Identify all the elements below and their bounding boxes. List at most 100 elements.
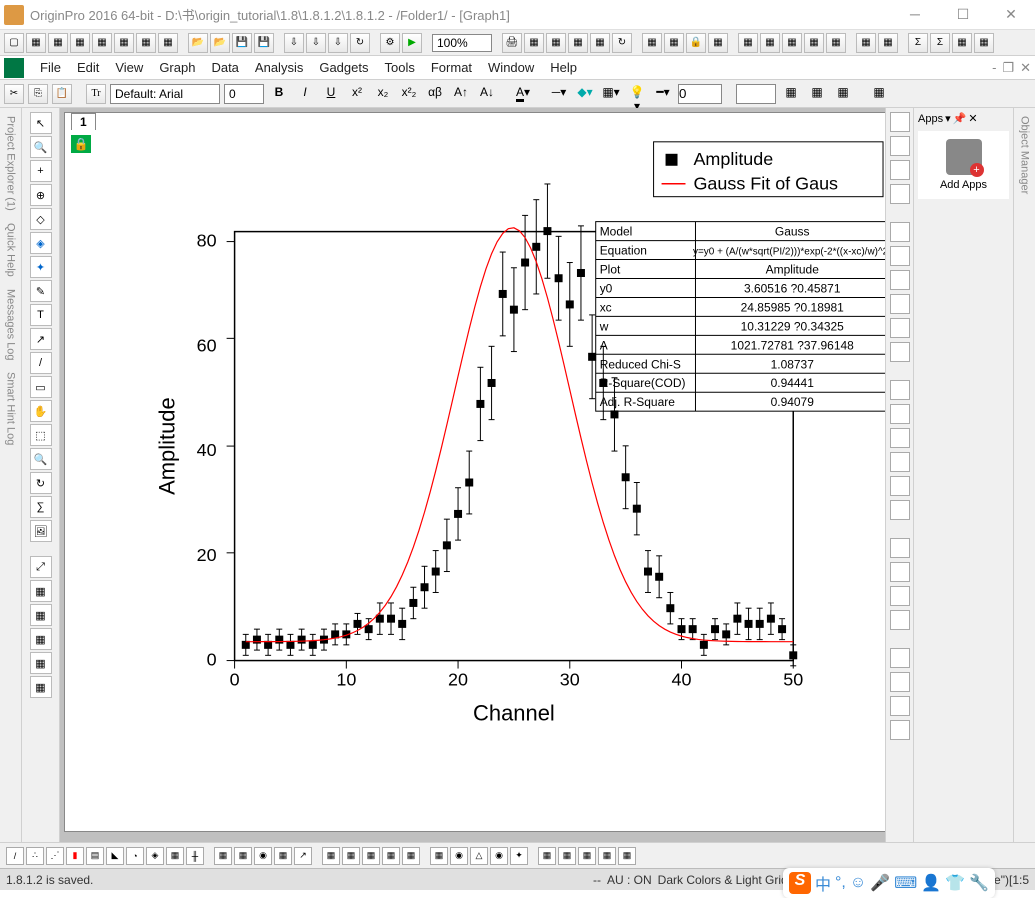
data-point[interactable] bbox=[432, 568, 440, 576]
roi-tool-icon[interactable]: ⬚ bbox=[30, 424, 52, 446]
zoomin-tool-icon[interactable]: 🔍 bbox=[30, 448, 52, 470]
new-function-icon[interactable]: ▦ bbox=[158, 33, 178, 53]
menu-data[interactable]: Data bbox=[211, 60, 238, 75]
data-point[interactable] bbox=[532, 243, 540, 251]
ime-punct-icon[interactable]: °, bbox=[835, 874, 846, 892]
datareader-tool-icon[interactable]: ⊕ bbox=[30, 184, 52, 206]
data-point[interactable] bbox=[767, 615, 775, 623]
ime-keyboard-icon[interactable]: ⌨ bbox=[894, 873, 917, 893]
add-apps-button[interactable]: Add Apps bbox=[918, 131, 1009, 199]
misc3-icon[interactable]: ▦ bbox=[578, 847, 596, 865]
data-point[interactable] bbox=[644, 568, 652, 576]
underline-button[interactable]: U bbox=[320, 84, 342, 104]
italic-button[interactable]: I bbox=[294, 84, 316, 104]
origin-logo-icon[interactable] bbox=[4, 58, 24, 78]
sogou-logo-icon[interactable]: S bbox=[789, 872, 811, 894]
import-wizard-icon[interactable]: ⇩ bbox=[284, 33, 304, 53]
line-dash-button[interactable]: ━▾ bbox=[652, 84, 674, 104]
data-point[interactable] bbox=[298, 636, 306, 644]
data-point[interactable] bbox=[678, 625, 686, 633]
data-point[interactable] bbox=[666, 604, 674, 612]
3dbar-icon[interactable]: ▦ bbox=[166, 847, 184, 865]
f2-icon[interactable]: ▦ bbox=[974, 33, 994, 53]
save-icon[interactable]: 💾 bbox=[232, 33, 252, 53]
apps-dropdown-icon[interactable]: ▾ bbox=[945, 112, 951, 125]
stats-row-icon[interactable]: ▦ bbox=[760, 33, 780, 53]
print-icon[interactable]: 🖨 bbox=[502, 33, 522, 53]
mdi-restore-button[interactable]: ❐ bbox=[1002, 60, 1014, 76]
data-point[interactable] bbox=[789, 651, 797, 659]
data-point[interactable] bbox=[733, 615, 741, 623]
import-single-icon[interactable]: ⇩ bbox=[306, 33, 326, 53]
stat-box-icon[interactable]: ▦ bbox=[342, 847, 360, 865]
data-point[interactable] bbox=[543, 227, 551, 235]
video-icon[interactable]: ▦ bbox=[568, 33, 588, 53]
dist-h-icon[interactable] bbox=[890, 538, 910, 558]
data-point[interactable] bbox=[409, 599, 417, 607]
data-point[interactable] bbox=[778, 625, 786, 633]
new-graph-icon[interactable]: ▦ bbox=[92, 33, 112, 53]
transfer-icon[interactable]: ▦ bbox=[856, 33, 876, 53]
align-bot-icon[interactable] bbox=[890, 500, 910, 520]
menu-gadgets[interactable]: Gadgets bbox=[319, 60, 368, 75]
text-tool-icon[interactable]: T bbox=[30, 304, 52, 326]
dist-v-icon[interactable] bbox=[890, 562, 910, 582]
radar-icon[interactable]: ✦ bbox=[510, 847, 528, 865]
menu-graph[interactable]: Graph bbox=[159, 60, 195, 75]
bulb-icon[interactable]: 💡▾ bbox=[626, 84, 648, 104]
ime-toolbar[interactable]: S 中 °, ☺ 🎤 ⌨ 👤 👕 🔧 bbox=[783, 868, 995, 898]
ime-skin-icon[interactable]: 👕 bbox=[945, 873, 965, 893]
data-point[interactable] bbox=[689, 625, 697, 633]
new-matrix-icon[interactable]: ▦ bbox=[70, 33, 90, 53]
open-template-icon[interactable]: 📂 bbox=[210, 33, 230, 53]
cut-icon[interactable]: ✂ bbox=[4, 84, 24, 104]
rescale-y-icon[interactable] bbox=[890, 184, 910, 204]
fill-swatch[interactable] bbox=[736, 84, 776, 104]
layer6-icon[interactable] bbox=[890, 342, 910, 362]
project-explorer-tab[interactable]: Project Explorer (1) bbox=[5, 116, 17, 211]
stats-col-icon[interactable]: ▦ bbox=[782, 33, 802, 53]
multiy-icon[interactable]: ▦ bbox=[362, 847, 380, 865]
screenreader-icon[interactable]: ◇ bbox=[30, 208, 52, 230]
data-point[interactable] bbox=[253, 636, 261, 644]
layer-mgr-icon[interactable]: ▦ bbox=[780, 84, 802, 104]
3dxyz-icon[interactable]: ◈ bbox=[146, 847, 164, 865]
new-layout-icon[interactable]: ▦ bbox=[114, 33, 134, 53]
duplicate-icon[interactable]: ▦ bbox=[590, 33, 610, 53]
merge-icon[interactable]: ▦ bbox=[30, 676, 52, 698]
layer-icon[interactable]: ▦ bbox=[30, 580, 52, 602]
messages-log-tab[interactable]: Messages Log bbox=[5, 289, 17, 361]
line-plot-icon[interactable]: / bbox=[6, 847, 24, 865]
minimize-button[interactable]: ─ bbox=[895, 6, 935, 23]
import-multi-icon[interactable]: ⇩ bbox=[328, 33, 348, 53]
mdi-close-button[interactable]: ✕ bbox=[1020, 60, 1031, 76]
data-point[interactable] bbox=[577, 269, 585, 277]
quick-help-tab[interactable]: Quick Help bbox=[5, 223, 17, 277]
digitizer-icon[interactable]: ▦ bbox=[708, 33, 728, 53]
layer4-icon[interactable] bbox=[890, 294, 910, 314]
sort-icon[interactable]: ▦ bbox=[804, 33, 824, 53]
data-point[interactable] bbox=[588, 353, 596, 361]
menu-format[interactable]: Format bbox=[431, 60, 472, 75]
data-point[interactable] bbox=[476, 400, 484, 408]
menu-window[interactable]: Window bbox=[488, 60, 534, 75]
smith-icon[interactable]: ◉ bbox=[490, 847, 508, 865]
supsub-button[interactable]: x²₂ bbox=[398, 84, 420, 104]
new-excel-icon[interactable]: ▦ bbox=[48, 33, 68, 53]
new-workbook-icon[interactable]: ▦ bbox=[26, 33, 46, 53]
slideshow-icon[interactable]: ▦ bbox=[524, 33, 544, 53]
scatter-plot-icon[interactable]: ∴ bbox=[26, 847, 44, 865]
align-right-icon[interactable] bbox=[890, 428, 910, 448]
font-name-select[interactable] bbox=[110, 84, 220, 104]
increase-font-button[interactable]: A↑ bbox=[450, 84, 472, 104]
group-icon[interactable] bbox=[890, 696, 910, 716]
data-point[interactable] bbox=[700, 641, 708, 649]
rescale-x-icon[interactable] bbox=[890, 160, 910, 180]
menu-view[interactable]: View bbox=[115, 60, 143, 75]
add-right-icon[interactable]: ▦ bbox=[30, 628, 52, 650]
smart-hint-log-tab[interactable]: Smart Hint Log bbox=[5, 372, 17, 445]
send-data-icon[interactable]: ▦ bbox=[878, 33, 898, 53]
export-ppt-icon[interactable]: ▦ bbox=[546, 33, 566, 53]
column-plot-icon[interactable]: ▮ bbox=[66, 847, 84, 865]
window-dup-icon[interactable]: ▦ bbox=[642, 33, 662, 53]
